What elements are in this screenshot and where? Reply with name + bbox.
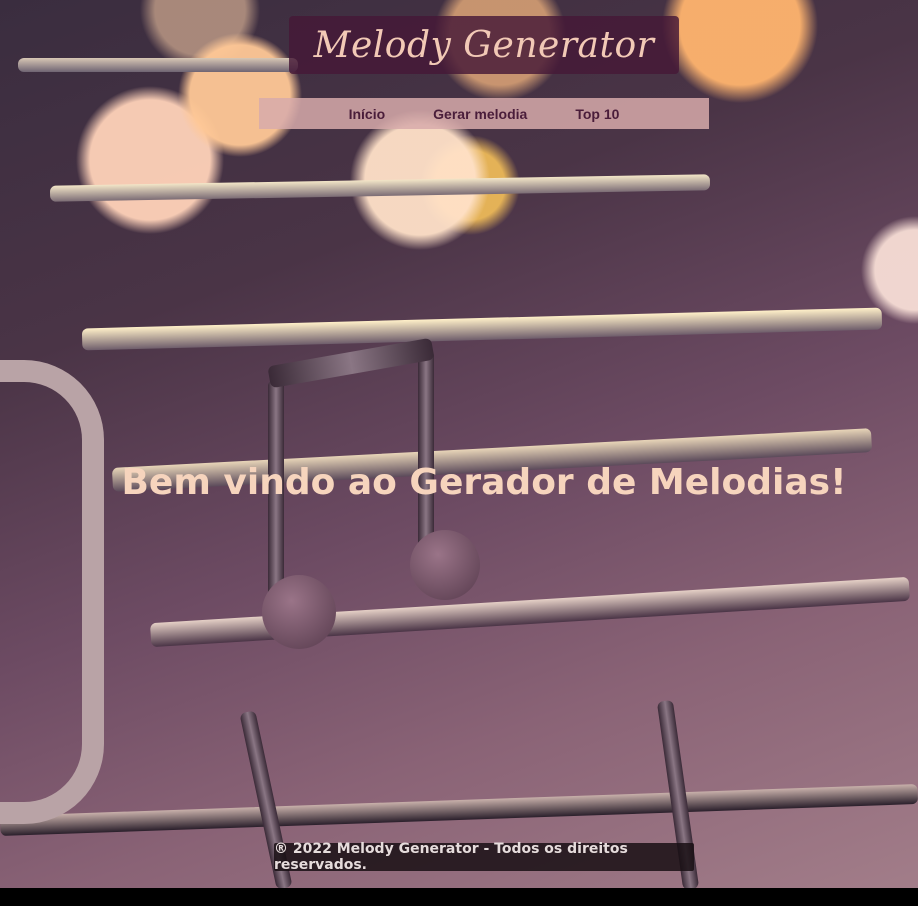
note-beam-decoration (267, 337, 435, 389)
staff-bar-decoration (49, 174, 711, 202)
nav-item-inicio[interactable]: Início (349, 106, 386, 122)
site-title: Melody Generator (313, 24, 655, 66)
site-footer: ® 2022 Melody Generator - Todos os direi… (274, 841, 694, 873)
staff-bar-decoration (18, 58, 298, 72)
treble-clef-decoration (0, 360, 104, 824)
bottom-strip (0, 888, 918, 906)
page-background: Melody Generator Início Gerar melodia To… (0, 0, 918, 888)
main-nav: Início Gerar melodia Top 10 (259, 98, 709, 129)
welcome-heading: Bem vindo ao Gerador de Melodias! (121, 462, 847, 503)
site-header: Melody Generator (289, 16, 679, 74)
nav-item-gerar-melodia[interactable]: Gerar melodia (433, 106, 527, 122)
note-head-decoration (410, 530, 480, 600)
nav-item-top-10[interactable]: Top 10 (575, 106, 619, 122)
staff-bar-decoration (81, 307, 883, 351)
staff-bar-decoration (0, 783, 918, 837)
footer-copyright: ® 2022 Melody Generator - Todos os direi… (274, 841, 628, 873)
note-head-decoration (262, 575, 336, 649)
